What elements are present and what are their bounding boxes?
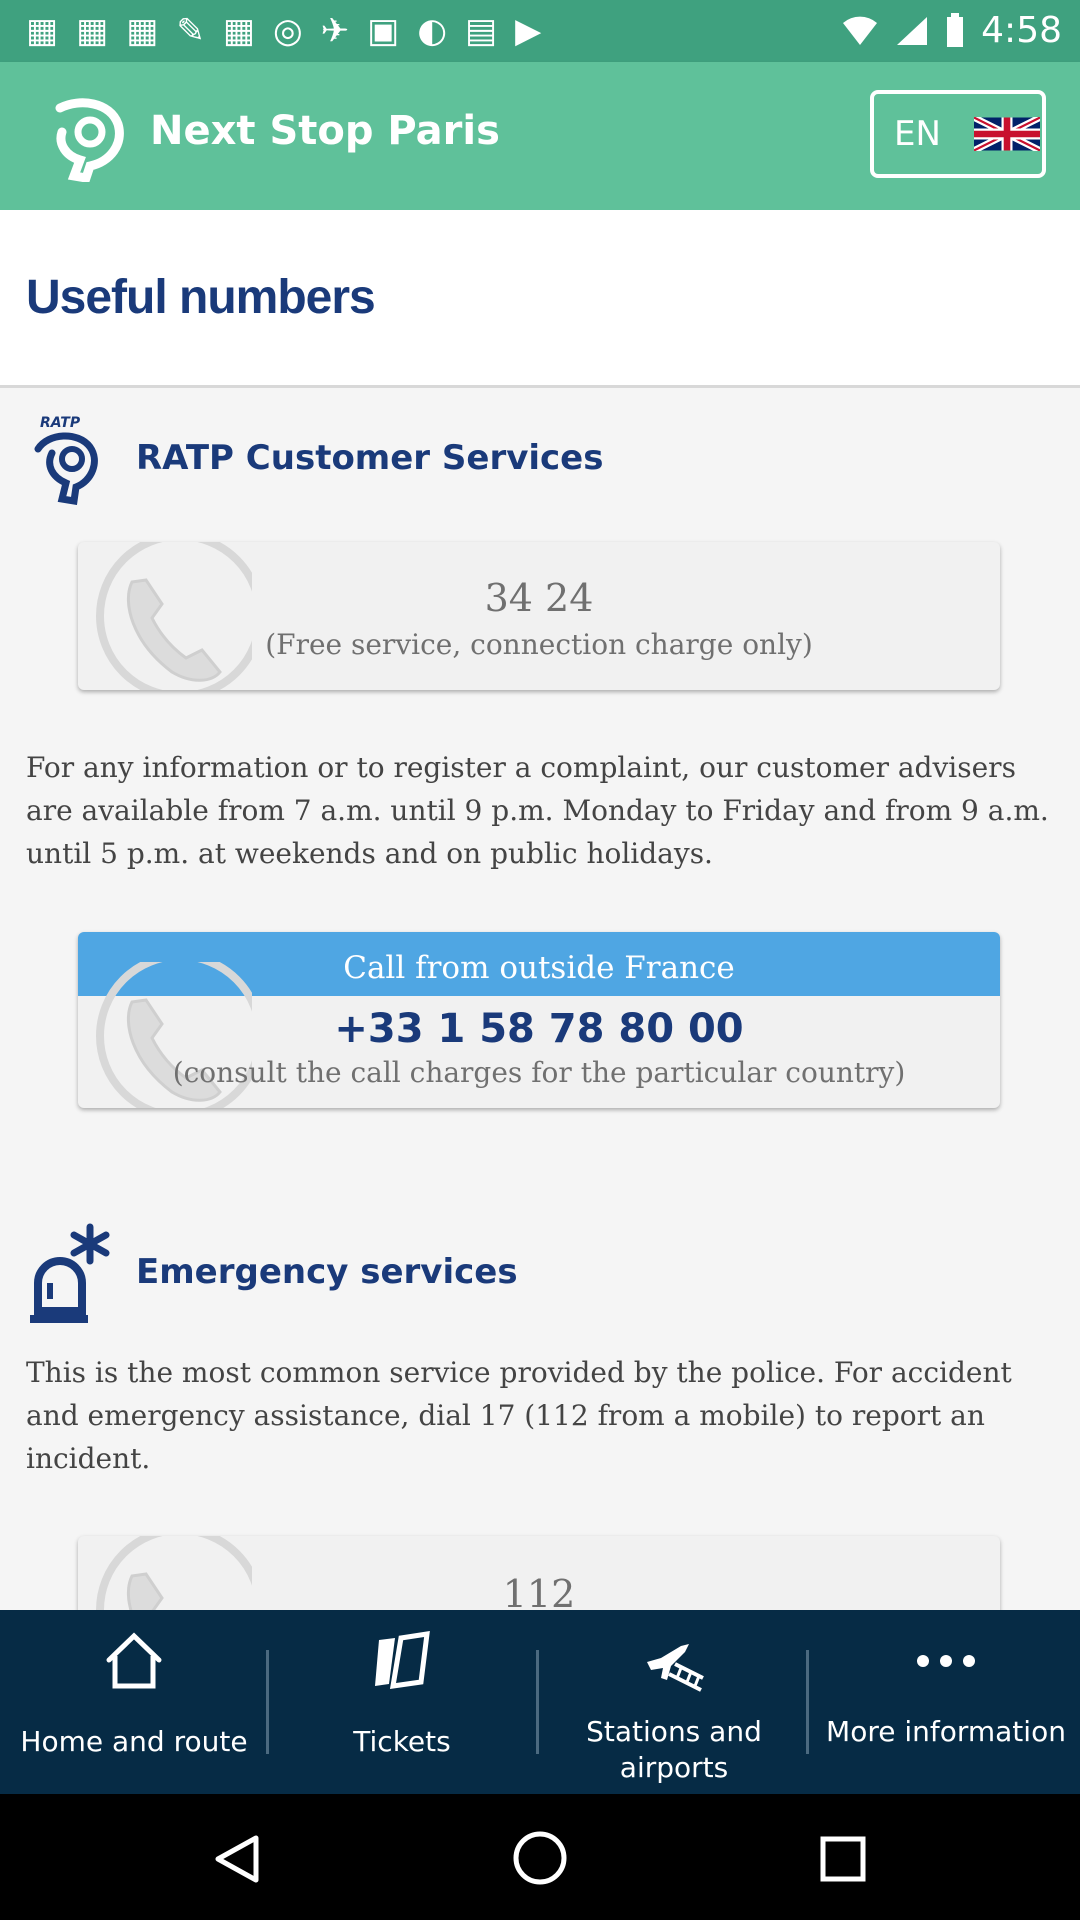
inbox-icon: ▤ [464, 11, 498, 51]
language-button[interactable]: EN [870, 90, 1046, 178]
international-phone-card[interactable]: Call from outside France +33 1 58 78 80 … [78, 932, 1000, 1108]
app-title: Next Stop Paris [150, 108, 500, 154]
nav-label: Stations and airports [586, 1715, 762, 1784]
clock: 4:58 [981, 10, 1062, 51]
phone-number: 34 24 [484, 576, 594, 620]
phone-note: (Free service, connection charge only) [265, 628, 813, 661]
language-code: EN [894, 114, 941, 154]
page-header: Useful numbers [0, 210, 1080, 388]
notification-icons: ▦ ▦ ▦ ✎ ▦ ◎ ✈ ▣ ◐ ▤ ▶ [26, 12, 541, 50]
signal-icon [897, 16, 928, 45]
ratp-section-head: RATP Customer Services [136, 438, 603, 478]
home-icon [106, 1632, 162, 1689]
notification-icon: ▦ [76, 11, 109, 51]
more-icon [917, 1655, 975, 1667]
plane-rail-icon [647, 1644, 704, 1692]
nav-stations-and-airports[interactable]: Stations and airports [544, 1610, 804, 1794]
emergency-info-text: This is the most common service provided… [26, 1356, 1012, 1475]
recents-icon[interactable] [818, 1834, 868, 1884]
emergency-phone-card[interactable]: 112 [78, 1536, 1000, 1610]
lock-icon: ▣ [367, 11, 400, 51]
system-nav-bar [0, 1794, 1080, 1920]
status-right: 4:58 [841, 10, 1062, 51]
nav-more-information[interactable]: More information [816, 1610, 1076, 1794]
notification-icon: ▦ [126, 11, 159, 51]
international-phone-number: +33 1 58 78 80 00 [334, 1006, 744, 1052]
home-circle-icon[interactable] [512, 1830, 568, 1886]
page-title: Useful numbers [26, 271, 376, 324]
nav-label: Tickets [353, 1725, 451, 1758]
app-logo-icon [55, 98, 124, 182]
bottom-nav: Home and route Tickets Stations and airp… [0, 1610, 1080, 1794]
wifi-icon [843, 16, 878, 45]
battery-icon [947, 12, 964, 47]
wrench-icon: ✎ [176, 11, 205, 51]
notification-icon: ◎ [273, 11, 303, 51]
notification-icon: ▦ [222, 11, 255, 51]
ratp-section-title: RATP Customer Services [136, 438, 604, 478]
ticket-icon [375, 1631, 430, 1689]
emergency-siren-icon [30, 1223, 110, 1323]
nav-divider [806, 1650, 809, 1754]
content-scroll[interactable]: RATP RATP Customer Services 34 24 (Free … [0, 388, 1080, 1610]
emergency-phone-number: 112 [502, 1572, 576, 1610]
play-icon: ▶ [515, 11, 542, 51]
nav-label: Home and route [20, 1725, 248, 1758]
nav-label: More information [826, 1715, 1066, 1748]
back-icon[interactable] [212, 1834, 262, 1884]
ratp-phone-card[interactable]: 34 24 (Free service, connection charge o… [78, 542, 1000, 690]
uk-flag-icon [974, 117, 1040, 151]
status-bar: ▦ ▦ ▦ ✎ ▦ ◎ ✈ ▣ ◐ ▤ ▶ 4:58 [0, 0, 1080, 62]
android-icon: ◐ [417, 11, 447, 51]
app-bar: Next Stop Paris EN [0, 62, 1080, 210]
emergency-section-title: Emergency services [136, 1252, 518, 1292]
satellite-icon: ✈ [320, 11, 350, 51]
nav-divider [536, 1650, 539, 1754]
ratp-logo-icon: RATP [34, 415, 98, 505]
nav-divider [266, 1650, 269, 1754]
nav-home-and-route[interactable]: Home and route [4, 1610, 264, 1794]
nav-tickets[interactable]: Tickets [272, 1610, 532, 1794]
svg-text:RATP: RATP [40, 415, 81, 431]
notification-icon: ▦ [26, 11, 59, 51]
international-phone-note: (consult the call charges for the partic… [172, 1056, 906, 1089]
ratp-info-text: For any information or to register a com… [26, 751, 1049, 870]
emergency-section-head: Emergency services [136, 1252, 518, 1292]
